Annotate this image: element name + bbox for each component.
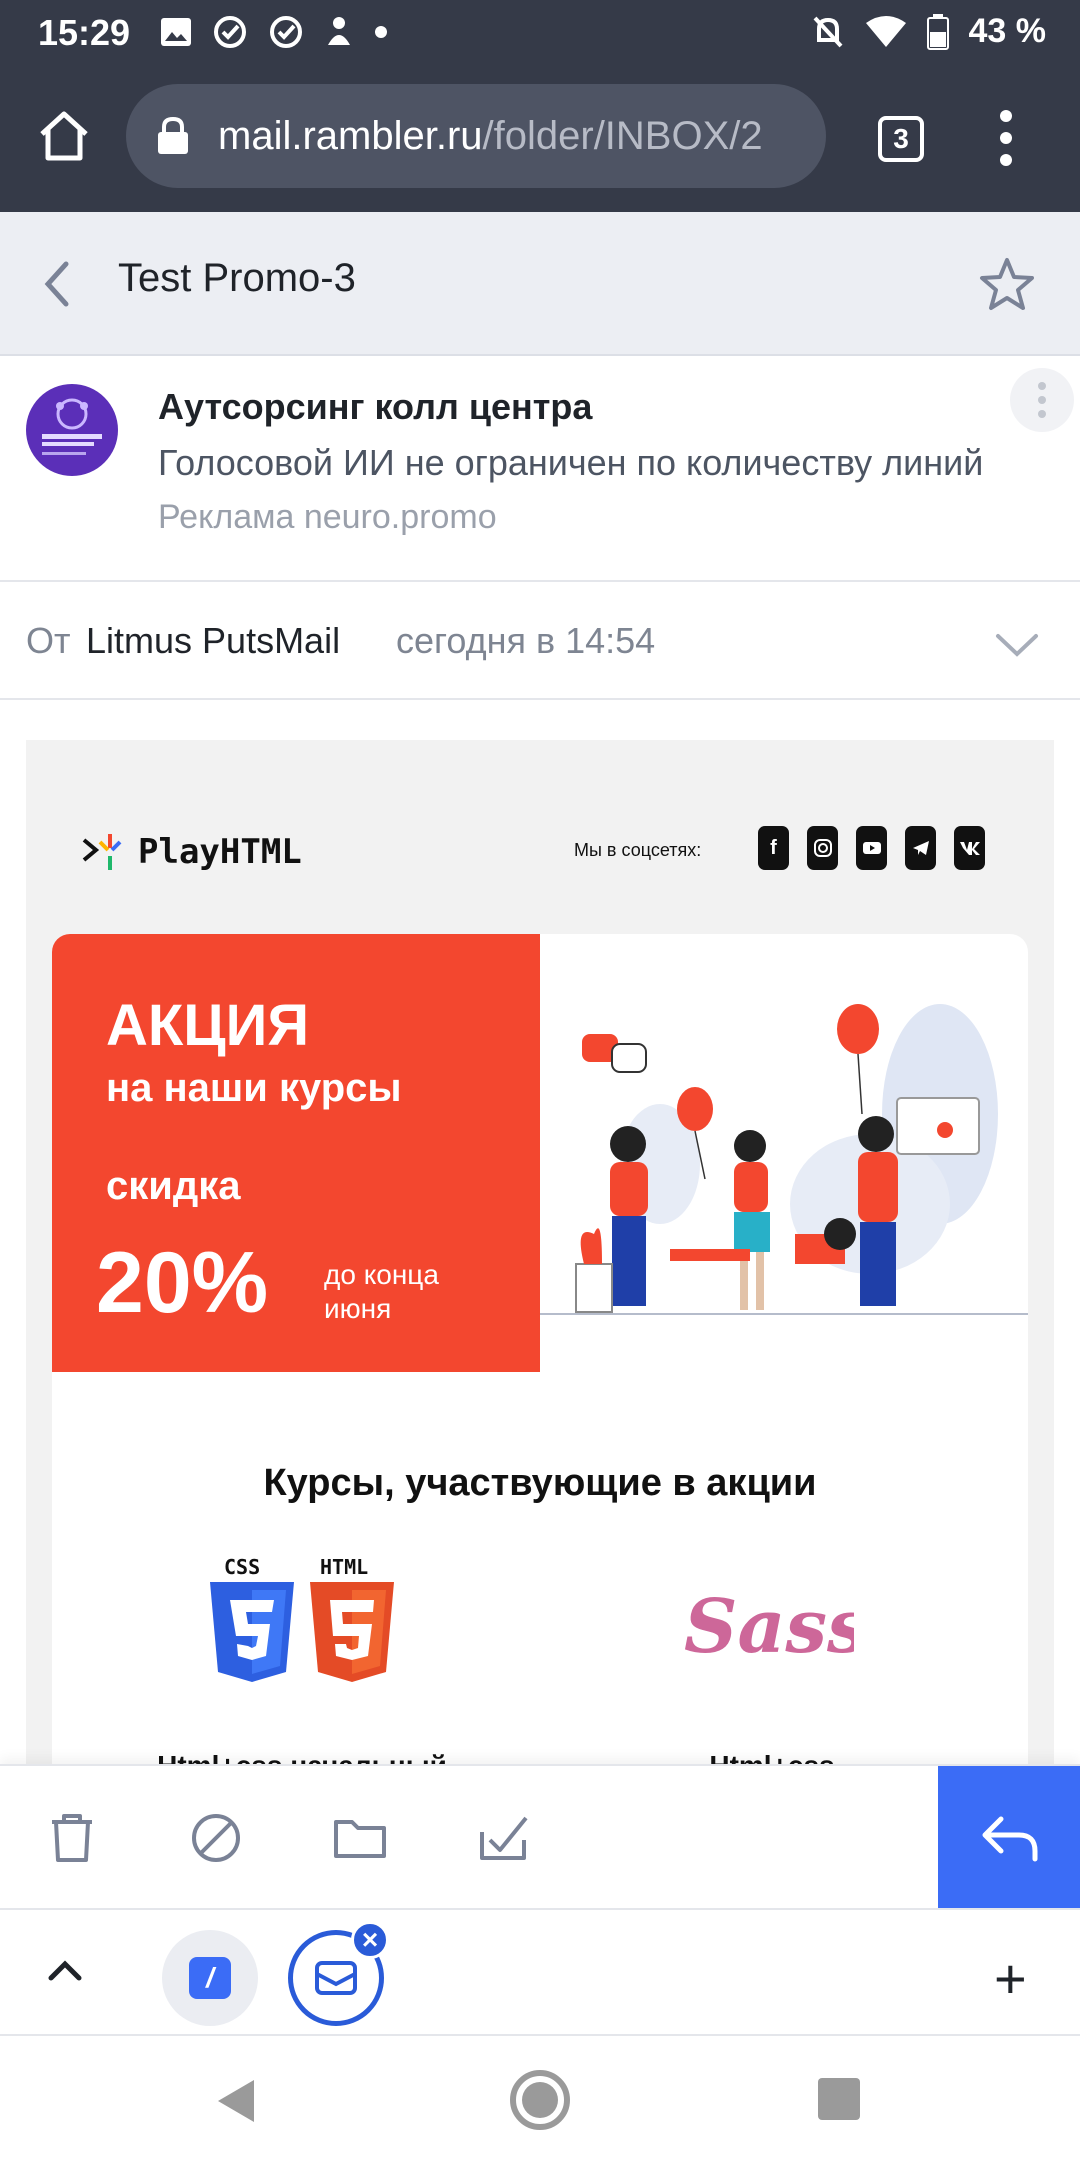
mail-tab-icon xyxy=(315,1961,357,1995)
nav-recents-icon[interactable] xyxy=(818,2078,860,2120)
tab-strip: / × + xyxy=(0,1908,1080,2036)
ad-avatar xyxy=(26,384,118,476)
reply-button[interactable] xyxy=(938,1766,1080,1910)
mute-icon xyxy=(813,16,842,47)
promo-heading: АКЦИЯ xyxy=(106,993,310,1058)
logo-text: PlayHTML xyxy=(138,832,302,872)
new-tab-icon[interactable]: + xyxy=(994,1946,1027,2011)
sender-name: Litmus PutsMail xyxy=(86,620,341,661)
courses-title: Курсы, участвующие в акции xyxy=(263,1462,817,1504)
folder-icon[interactable] xyxy=(332,1810,388,1866)
rambler-tab-icon: / xyxy=(189,1957,231,1999)
trash-icon[interactable] xyxy=(44,1810,100,1866)
battery-percent: 43 % xyxy=(968,12,1047,50)
ad-more-icon[interactable] xyxy=(1010,368,1074,432)
status-time: 15:29 xyxy=(38,12,131,53)
browser-menu-icon[interactable] xyxy=(992,110,1020,166)
ad-text: Голосовой ИИ не ограничен по количеству … xyxy=(158,442,984,483)
url-path: /folder/INBOX/2 xyxy=(482,113,763,158)
social-links: f xyxy=(758,826,985,870)
promo-until: до конца июня xyxy=(324,1259,439,1324)
status-icons-left xyxy=(160,14,388,50)
ad-title: Аутсорсинг колл центра xyxy=(158,386,593,427)
promo-banner[interactable]: АКЦИЯ на наши курсы скидка 20% до конца … xyxy=(52,934,540,1372)
social-label: Мы в соцсетях: xyxy=(574,840,702,860)
battery-icon xyxy=(926,13,949,50)
tab-thumbnail[interactable]: / xyxy=(162,1930,258,2026)
check-circle-icon xyxy=(270,16,302,48)
wifi-icon xyxy=(865,15,906,47)
notification-icon xyxy=(328,17,350,45)
url-host: mail.rambler.ru xyxy=(218,113,483,158)
reply-icon xyxy=(982,1816,1038,1862)
url-bar[interactable]: mail.rambler.ru/folder/INBOX/2 xyxy=(126,84,826,188)
css-html-logo[interactable]: CSS HTML xyxy=(202,1554,402,1686)
spam-block-icon[interactable] xyxy=(188,1810,244,1866)
close-tab-icon[interactable]: × xyxy=(351,1921,389,1959)
from-label: От xyxy=(26,620,71,661)
promo-percent: 20% xyxy=(96,1235,269,1331)
email-body: PlayHTML Мы в соцсетях: f АКЦИЯ на наши … xyxy=(26,740,1054,1770)
nav-back-icon[interactable] xyxy=(214,2076,258,2126)
logo-mark-icon xyxy=(82,834,122,870)
vk-icon[interactable] xyxy=(954,826,985,870)
playhtml-logo[interactable]: PlayHTML xyxy=(80,830,302,874)
tab-switcher-button[interactable]: 3 xyxy=(878,116,924,162)
sender-row[interactable]: От Litmus PutsMail сегодня в 14:54 xyxy=(0,582,1080,700)
system-nav-bar xyxy=(0,2036,1080,2160)
image-icon xyxy=(161,18,191,46)
status-icons-right: 43 % xyxy=(811,12,1047,51)
youtube-icon[interactable] xyxy=(856,826,887,870)
nav-home-icon[interactable] xyxy=(510,2070,570,2130)
email-card: АКЦИЯ на наши курсы скидка 20% до конца … xyxy=(52,934,1028,1770)
sass-badge-text: Sass xyxy=(684,1584,854,1670)
tab-thumbnail-active[interactable]: × xyxy=(288,1921,389,2026)
back-arrow-icon[interactable] xyxy=(38,258,78,310)
check-circle-icon xyxy=(214,16,246,48)
promo-subheading: на наши курсы xyxy=(106,1066,402,1110)
css-badge-text: CSS xyxy=(224,1555,260,1579)
sass-logo[interactable]: Sass xyxy=(674,1574,854,1674)
mail-action-bar xyxy=(0,1764,1080,1910)
mark-read-icon[interactable] xyxy=(476,1810,532,1866)
instagram-icon[interactable] xyxy=(807,826,838,870)
mail-header: Test Promo-3 xyxy=(0,212,1080,356)
sent-date: сегодня в 14:54 xyxy=(396,620,656,661)
people-illustration xyxy=(540,1004,1028,1315)
home-icon[interactable] xyxy=(36,108,92,164)
promo-discount-label: скидка xyxy=(106,1164,241,1208)
chevron-up-icon[interactable] xyxy=(48,1958,82,1982)
telegram-icon[interactable] xyxy=(905,826,936,870)
ad-source: Реклама neuro.promo xyxy=(158,498,497,536)
facebook-icon[interactable]: f xyxy=(758,826,789,870)
ad-banner[interactable]: Аутсорсинг колл центра Голосовой ИИ не о… xyxy=(0,356,1080,582)
star-icon[interactable] xyxy=(978,256,1036,312)
dot-icon xyxy=(375,26,387,38)
lock-icon xyxy=(158,116,188,154)
browser-toolbar: mail.rambler.ru/folder/INBOX/2 3 xyxy=(0,64,1080,212)
mail-subject: Test Promo-3 xyxy=(118,256,356,300)
chevron-down-icon[interactable] xyxy=(994,630,1040,660)
status-bar: 15:29 43 % xyxy=(0,0,1080,64)
html-badge-text: HTML xyxy=(320,1555,368,1579)
